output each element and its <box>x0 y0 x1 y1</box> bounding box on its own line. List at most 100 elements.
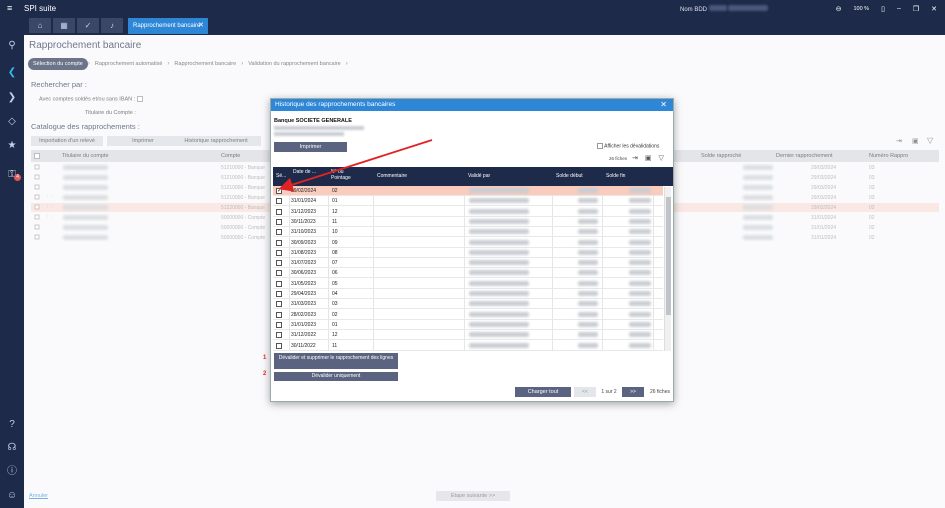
row-date: 29/04/2023 <box>291 291 317 297</box>
row-select-checkbox[interactable] <box>276 301 282 308</box>
history-row[interactable]: 30/09/2023 09 <box>273 238 663 248</box>
col-date: Date de ... <box>293 169 317 175</box>
show-devalidations-checkbox[interactable] <box>597 143 603 149</box>
tab-close-icon[interactable]: ✕ <box>198 18 204 34</box>
grid-scrollbar-thumb[interactable] <box>666 197 671 315</box>
row-solde-fin <box>629 188 651 193</box>
user-icon[interactable]: ☺ <box>5 489 19 503</box>
tab-strip: ⌂ ▦ ✓ ♪ Rapprochement bancaire ✕ <box>24 17 945 35</box>
row-validated-by <box>469 291 529 296</box>
row-validated-by <box>469 332 529 338</box>
record-count-top: 26 fiches <box>609 156 628 161</box>
tab-rapprochement-bancaire[interactable]: Rapprochement bancaire ✕ <box>128 18 208 34</box>
search-icon[interactable]: ⚲ <box>5 39 19 53</box>
row-solde-debut <box>578 291 598 296</box>
row-select-checkbox[interactable] <box>276 260 282 267</box>
maximize-icon[interactable]: ❐ <box>913 5 919 13</box>
row-date: 30/11/2022 <box>291 342 316 349</box>
check-icon[interactable]: ✓ <box>77 18 99 33</box>
row-select-checkbox[interactable] <box>276 311 282 318</box>
history-row[interactable]: 31/01/2024 01 <box>273 196 663 207</box>
row-select-checkbox[interactable] <box>276 239 282 246</box>
row-validated-by <box>469 208 529 214</box>
row-validated-by <box>469 229 529 235</box>
history-row[interactable]: 31/12/2022 12 <box>273 330 663 341</box>
columns-icon[interactable]: ▣ <box>645 155 659 162</box>
row-select-checkbox[interactable] <box>276 280 282 287</box>
document-icon[interactable]: ▯ <box>881 5 885 13</box>
col-solde-debut: Solde début <box>556 173 583 179</box>
load-all-button[interactable]: Charger tout <box>515 387 571 397</box>
minimize-icon[interactable]: – <box>897 5 901 12</box>
col-validated-by: Validé par <box>468 173 491 179</box>
row-select-checkbox[interactable] <box>276 332 282 339</box>
close-icon[interactable]: ✕ <box>931 5 937 13</box>
history-row[interactable]: 30/06/2023 06 <box>273 268 663 279</box>
notification-badge: 4 <box>14 174 21 181</box>
history-row[interactable]: 29/04/2023 04 <box>273 289 663 299</box>
bell-icon[interactable]: ♪ <box>101 18 123 33</box>
row-select-checkbox[interactable] <box>276 187 282 194</box>
row-num: 05 <box>332 280 338 287</box>
row-date: 31/05/2023 <box>291 280 317 287</box>
db-name: Nom BDD <box>680 4 769 13</box>
bank-detail <box>274 132 344 136</box>
row-date: 31/12/2022 <box>291 332 317 339</box>
modal-close-icon[interactable]: ✕ <box>660 99 667 111</box>
modal-print-button[interactable]: Imprimer <box>274 142 347 152</box>
history-row[interactable]: 31/01/2023 01 <box>273 320 663 330</box>
row-validated-by <box>469 260 529 266</box>
star-icon[interactable]: ★ <box>5 139 19 153</box>
bank-name: Banque SOCIETE GENERALE <box>274 118 352 124</box>
chevron-right-icon[interactable]: ❯ <box>5 91 19 105</box>
devalidate-only-button[interactable]: Dévalider uniquement <box>274 372 398 381</box>
home-icon[interactable]: ⌂ <box>29 18 51 33</box>
row-validated-by <box>469 301 529 307</box>
row-select-checkbox[interactable] <box>276 342 282 349</box>
row-solde-debut <box>578 239 598 245</box>
row-select-checkbox[interactable] <box>276 291 282 297</box>
menu-icon[interactable]: ≡ <box>7 3 12 13</box>
row-validated-by <box>469 188 529 193</box>
left-sidebar: ⚲ ❮ ❯ ◇ ★ ⚿ 4 ? ☊ ⓘ ☺ <box>0 17 24 508</box>
window-controls: ⊖ 100 % ▯ – ❐ ✕ <box>836 0 937 17</box>
history-row[interactable]: 31/07/2023 07 <box>273 258 663 269</box>
chevron-left-icon[interactable]: ❮ <box>5 66 19 80</box>
history-row[interactable]: 31/10/2023 10 <box>273 227 663 238</box>
calendar-icon[interactable]: ▦ <box>53 18 75 33</box>
diamond-icon[interactable]: ◇ <box>5 115 19 129</box>
history-row[interactable]: 29/02/2024 02 <box>273 186 663 196</box>
col-comment: Commentaire <box>377 173 408 179</box>
row-solde-debut <box>578 188 598 193</box>
history-row[interactable]: 31/05/2023 05 <box>273 279 663 289</box>
history-row[interactable]: 31/03/2023 03 <box>273 299 663 310</box>
row-num: 02 <box>332 311 338 318</box>
row-solde-debut <box>578 342 598 348</box>
history-row[interactable]: 31/08/2023 08 <box>273 248 663 258</box>
info-icon[interactable]: ⓘ <box>5 465 19 479</box>
row-select-checkbox[interactable] <box>276 218 282 225</box>
zoom-out-icon[interactable]: ⊖ <box>836 5 842 13</box>
modal-header: Historique des rapprochements bancaires … <box>271 99 673 111</box>
headset-icon[interactable]: ☊ <box>5 441 19 455</box>
help-icon[interactable]: ? <box>5 418 19 432</box>
history-row[interactable]: 30/11/2023 11 <box>273 217 663 227</box>
row-select-checkbox[interactable] <box>276 198 282 205</box>
grid-scrollbar[interactable] <box>664 187 671 351</box>
history-row[interactable]: 28/02/2023 02 <box>273 310 663 320</box>
history-row[interactable]: 31/12/2023 12 <box>273 207 663 217</box>
row-solde-debut <box>578 280 598 286</box>
col-sel: Sé... <box>276 173 287 179</box>
row-select-checkbox[interactable] <box>276 270 282 277</box>
export-icon[interactable]: ⇥ <box>632 155 645 162</box>
row-select-checkbox[interactable] <box>276 208 282 215</box>
devalidate-delete-button[interactable]: Dévalider et supprimer le rapprochement … <box>274 353 398 369</box>
row-select-checkbox[interactable] <box>276 321 282 328</box>
row-select-checkbox[interactable] <box>276 249 282 256</box>
row-select-checkbox[interactable] <box>276 229 282 236</box>
next-page-button[interactable]: >> <box>622 387 644 397</box>
history-row[interactable]: 30/11/2022 11 <box>273 341 663 351</box>
filter-icon[interactable]: ▽ <box>659 155 671 162</box>
row-date: 28/02/2023 <box>291 311 317 318</box>
prev-page-button[interactable]: << <box>574 387 596 397</box>
